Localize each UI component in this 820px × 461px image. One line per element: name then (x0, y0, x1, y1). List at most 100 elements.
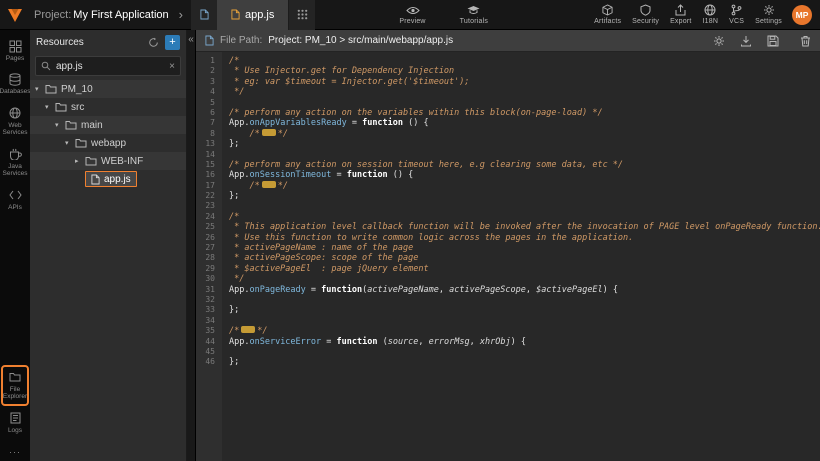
apps-grid-icon[interactable] (289, 0, 315, 30)
tree-item-app-js[interactable]: app.js (30, 170, 186, 188)
download-icon[interactable] (740, 35, 752, 47)
code-line-31[interactable]: 31App.onPageReady = function(activePageN… (196, 285, 820, 295)
folder-icon (65, 120, 77, 130)
selected-file[interactable]: app.js (85, 171, 137, 187)
rail-item-databases[interactable]: Databases (1, 67, 29, 100)
code-line-3[interactable]: 3 * eg: var $timeout = Injector.get('$ti… (196, 77, 820, 87)
tree-item-label: PM_10 (61, 84, 93, 95)
topbar-vcs-button[interactable]: VCS (729, 4, 744, 25)
project-title: Project:My First Application (34, 9, 169, 21)
code-line-15[interactable]: 15/* perform any action on session timeo… (196, 160, 820, 170)
search-input[interactable]: app.js × (35, 56, 181, 76)
code-line-25[interactable]: 25 * This application level callback fun… (196, 222, 820, 232)
refresh-icon[interactable] (148, 37, 159, 48)
rail-item-logs[interactable]: Logs (1, 406, 29, 439)
folded-code-badge[interactable] (262, 129, 276, 136)
topbar-settings-button[interactable]: Settings (755, 4, 782, 25)
save-icon[interactable] (767, 35, 779, 47)
topbar-right: Artifacts Security Export I18N VCS Settings (594, 4, 782, 25)
code-line-14[interactable]: 14 (196, 150, 820, 160)
code-line-16[interactable]: 16App.onSessionTimeout = function () { (196, 170, 820, 180)
tree-item-pm-10[interactable]: ▾ PM_10 (30, 80, 186, 98)
app-logo-icon[interactable] (0, 0, 30, 30)
topbar-security-button[interactable]: Security (632, 4, 659, 25)
clear-search-icon[interactable]: × (169, 61, 175, 72)
code-line-32[interactable]: 32 (196, 295, 820, 305)
tree-item-label: src (71, 102, 84, 113)
rail-item-file-explorer[interactable]: File Explorer (1, 365, 29, 406)
tab-app-js[interactable]: app.js (217, 0, 289, 30)
caret-down-icon[interactable]: ▾ (45, 103, 55, 111)
code-line-6[interactable]: 6/* perform any action on the variables … (196, 108, 820, 118)
code-text: }; (222, 357, 239, 367)
rail-item-pages[interactable]: Pages (1, 34, 29, 67)
user-avatar[interactable]: MP (792, 5, 812, 25)
editor-pane: File Path: Project: PM_10 > src/main/web… (196, 30, 820, 461)
caret-right-icon[interactable]: ▸ (75, 157, 85, 165)
folded-code-badge[interactable] (262, 181, 276, 188)
code-line-23[interactable]: 23 (196, 201, 820, 211)
code-line-30[interactable]: 30 */ (196, 274, 820, 284)
code-line-29[interactable]: 29 * $activePageEl : page jQuery element (196, 264, 820, 274)
line-number: 44 (196, 337, 222, 347)
tree-item-main[interactable]: ▾main (30, 116, 186, 134)
code-line-17[interactable]: 17 /**/ (196, 181, 820, 191)
topbar-tutorials-button[interactable]: Tutorials (460, 4, 488, 25)
code-line-5[interactable]: 5 (196, 98, 820, 108)
rail-item-apis[interactable]: APIs (1, 183, 29, 216)
folder-icon (75, 138, 87, 148)
code-line-13[interactable]: 13}; (196, 139, 820, 149)
code-text: * $activePageEl : page jQuery element (222, 264, 429, 274)
collapse-panel-icon[interactable]: « (188, 34, 194, 45)
code-line-4[interactable]: 4 */ (196, 87, 820, 97)
code-line-28[interactable]: 28 * activePageScope: scope of the page (196, 253, 820, 263)
line-number: 7 (196, 118, 222, 128)
code-line-1[interactable]: 1/* (196, 56, 820, 66)
tree-item-webapp[interactable]: ▾webapp (30, 134, 186, 152)
caret-down-icon[interactable]: ▾ (35, 85, 45, 93)
code-lines: 1/*2 * Use Injector.get for Dependency I… (196, 56, 820, 368)
tree-item-web-inf[interactable]: ▸WEB-INF (30, 152, 186, 170)
line-number: 34 (196, 316, 222, 326)
code-line-33[interactable]: 33}; (196, 305, 820, 315)
delete-icon[interactable] (800, 35, 811, 47)
code-line-35[interactable]: 35/**/ (196, 326, 820, 336)
code-text: */ (222, 87, 244, 97)
code-line-27[interactable]: 27 * activePageName : name of the page (196, 243, 820, 253)
line-number: 15 (196, 160, 222, 170)
more-options-icon[interactable]: ··· (9, 447, 21, 457)
code-editor[interactable]: 1/*2 * Use Injector.get for Dependency I… (196, 52, 820, 461)
code-line-22[interactable]: 22}; (196, 191, 820, 201)
code-line-44[interactable]: 44App.onServiceError = function (source,… (196, 337, 820, 347)
globe-icon (704, 4, 716, 16)
add-resource-button[interactable]: + (165, 35, 180, 50)
rail-item-label: Logs (8, 427, 22, 434)
line-number: 25 (196, 222, 222, 232)
line-number: 16 (196, 170, 222, 180)
caret-down-icon[interactable]: ▾ (55, 121, 65, 129)
panel-splitter[interactable]: « (187, 30, 196, 461)
rail-item-web-services[interactable]: Web Services (1, 101, 29, 142)
folded-code-badge[interactable] (241, 326, 255, 333)
code-line-7[interactable]: 7App.onAppVariablesReady = function () { (196, 118, 820, 128)
line-number: 6 (196, 108, 222, 118)
topbar-export-button[interactable]: Export (670, 4, 691, 25)
code-line-24[interactable]: 24/* (196, 212, 820, 222)
cube-icon (602, 4, 613, 16)
tree-item-src[interactable]: ▾ src (30, 98, 186, 116)
topbar-preview-button[interactable]: Preview (399, 4, 425, 25)
code-line-26[interactable]: 26 * Use this function to write common l… (196, 233, 820, 243)
settings-icon[interactable] (713, 35, 725, 47)
code-line-2[interactable]: 2 * Use Injector.get for Dependency Inje… (196, 66, 820, 76)
code-line-46[interactable]: 46}; (196, 357, 820, 367)
topbar-artifacts-button[interactable]: Artifacts (594, 4, 621, 25)
file-type-icon[interactable] (191, 0, 217, 30)
code-line-45[interactable]: 45 (196, 347, 820, 357)
rail-item-java-services[interactable]: Java Services (1, 142, 29, 183)
code-line-34[interactable]: 34 (196, 316, 820, 326)
code-text: /* perform any action on session timeout… (222, 160, 623, 170)
caret-down-icon[interactable]: ▾ (65, 139, 75, 147)
code-line-8[interactable]: 8 /**/ (196, 129, 820, 139)
topbar-i18n-button[interactable]: I18N (703, 4, 719, 25)
chevron-right-icon[interactable]: › (179, 7, 183, 22)
